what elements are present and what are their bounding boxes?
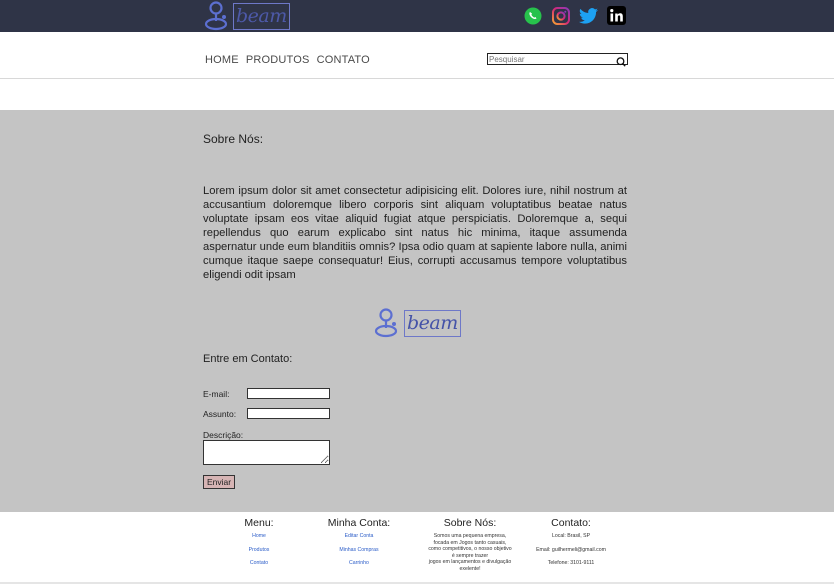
- joystick-icon: [374, 308, 398, 338]
- whatsapp-icon[interactable]: [523, 6, 542, 25]
- linkedin-icon[interactable]: [607, 6, 626, 25]
- footer: Menu: Home Produtos Contato Minha Conta:…: [163, 512, 675, 582]
- footer-contact-location: Local: Brasil, SP: [551, 533, 591, 539]
- footer-about-line: como competitivos, o nosso objetivo: [428, 546, 512, 553]
- footer-contact-title: Contato:: [551, 517, 591, 529]
- nav-home[interactable]: HOME: [205, 54, 239, 66]
- email-field[interactable]: [248, 395, 329, 404]
- footer-about-title: Sobre Nós:: [443, 517, 497, 529]
- footer-menu: Menu: Home Produtos Contato: [235, 517, 283, 574]
- footer-about: Sobre Nós: Somos uma pequena empresa, fo…: [418, 517, 522, 573]
- about-text: Lorem ipsum dolor sit amet consectetur a…: [203, 185, 627, 281]
- footer-link-cart[interactable]: Carrinho: [319, 560, 399, 567]
- main-content: Sobre Nós: Lorem ipsum dolor sit amet co…: [0, 110, 834, 512]
- footer-contact-phone: Telefone: 3101-9111: [547, 560, 595, 567]
- description-field-wrap: [203, 440, 330, 465]
- footer-link-contato[interactable]: Contato: [235, 560, 283, 567]
- footer-about-line: exelente!: [459, 565, 481, 572]
- nav-produtos[interactable]: PRODUTOS: [246, 54, 310, 66]
- subject-field-wrap: [247, 408, 330, 424]
- email-field-wrap: [247, 388, 330, 404]
- banner-area: [0, 79, 834, 110]
- send-button[interactable]: Enviar: [203, 475, 236, 489]
- joystick-icon: [204, 1, 228, 31]
- footer-account: Minha Conta: Editar Conta Minhas Compras…: [319, 517, 399, 574]
- footer-about-line: Somos uma pequena empresa,: [433, 533, 507, 539]
- footer-menu-title: Menu:: [244, 517, 274, 529]
- footer-account-title: Minha Conta:: [327, 517, 391, 529]
- email-label: E-mail:: [203, 389, 230, 399]
- contact-title: Entre em Contato:: [203, 353, 293, 365]
- footer-about-line: focada em Jogos tanto casuais,: [433, 539, 507, 546]
- navigation-bar: HOME PRODUTOS CONTATO: [0, 33, 834, 79]
- footer-contact-email: Email: guilhermeli@gmail.com: [536, 546, 606, 553]
- footer-contact: Contato: Local: Brasil, SP Email: guilhe…: [527, 517, 615, 567]
- footer-link-home[interactable]: Home: [235, 533, 283, 540]
- subject-field[interactable]: [248, 415, 329, 424]
- instagram-icon[interactable]: [551, 6, 570, 25]
- twitter-icon[interactable]: [579, 6, 598, 25]
- main-nav: HOME PRODUTOS CONTATO: [205, 54, 370, 66]
- site-logo[interactable]: beam: [204, 1, 290, 31]
- footer-link-edit-account[interactable]: Editar Conta: [319, 533, 399, 540]
- logo-text: beam: [236, 5, 287, 27]
- nav-contato[interactable]: CONTATO: [317, 54, 370, 66]
- social-links: [523, 6, 626, 25]
- search-icon[interactable]: [616, 54, 626, 72]
- description-field[interactable]: [204, 441, 329, 464]
- logo-text: beam: [407, 312, 458, 334]
- search-input[interactable]: [488, 54, 613, 64]
- content-logo: beam: [373, 308, 461, 338]
- footer-link-purchases[interactable]: Minhas Compras: [319, 547, 399, 554]
- footer-link-produtos[interactable]: Produtos: [235, 547, 283, 554]
- description-label: Descrição:: [203, 430, 244, 440]
- search-box: [487, 53, 628, 67]
- footer-about-line: é sempre trazer: [451, 552, 489, 559]
- footer-about-line: jogos em lançamentos e divulgação: [428, 559, 512, 566]
- subject-label: Assunto:: [203, 409, 237, 419]
- about-title: Sobre Nós:: [203, 132, 264, 146]
- top-bar: beam: [0, 0, 834, 32]
